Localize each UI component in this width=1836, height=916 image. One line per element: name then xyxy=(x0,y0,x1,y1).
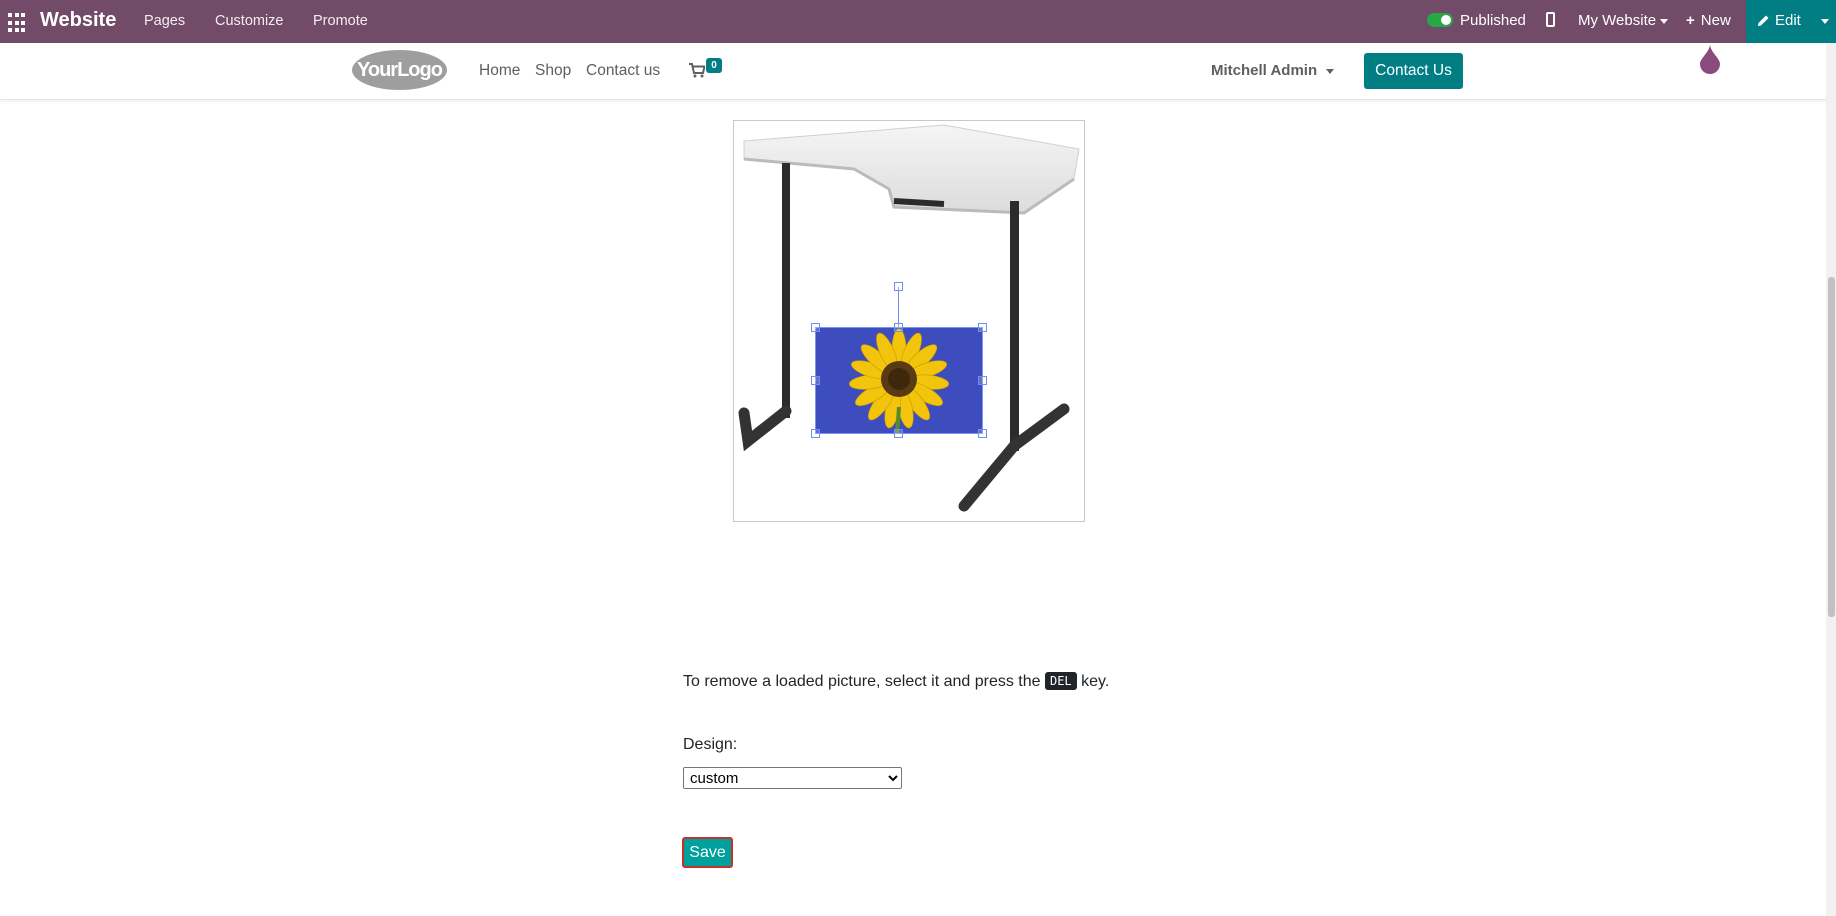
save-button[interactable]: Save xyxy=(682,837,733,868)
resize-handle-e[interactable] xyxy=(978,376,987,385)
pencil-icon xyxy=(1758,15,1769,26)
website-switcher-label: My Website xyxy=(1578,12,1657,29)
mobile-preview-icon[interactable] xyxy=(1546,12,1555,27)
menu-customize[interactable]: Customize xyxy=(215,13,284,29)
apps-grid-icon[interactable] xyxy=(6,11,30,35)
design-label: Design: xyxy=(683,736,738,753)
menu-pages[interactable]: Pages xyxy=(144,13,185,29)
rotate-handle[interactable] xyxy=(894,282,903,291)
published-toggle[interactable] xyxy=(1427,13,1453,27)
app-title[interactable]: Website xyxy=(40,9,116,32)
user-name: Mitchell Admin xyxy=(1211,62,1318,79)
edit-button[interactable]: Edit xyxy=(1746,0,1836,43)
published-label: Published xyxy=(1460,12,1526,29)
menu-promote[interactable]: Promote xyxy=(313,13,368,29)
resize-handle-nw[interactable] xyxy=(811,323,820,332)
image-selection-frame xyxy=(815,327,983,434)
user-menu[interactable]: Mitchell Admin xyxy=(1211,62,1335,79)
new-label: New xyxy=(1700,12,1731,29)
info-text: To remove a loaded picture, select it an… xyxy=(683,673,1041,690)
plus-icon: + xyxy=(1686,12,1695,29)
theme-drop-icon[interactable] xyxy=(1699,44,1721,74)
site-navbar: YourLogo Home Shop Contact us 0 Mitchell… xyxy=(0,43,1836,100)
site-logo[interactable]: YourLogo xyxy=(352,50,447,90)
scrollbar-thumb[interactable] xyxy=(1828,277,1835,617)
nav-shop[interactable]: Shop xyxy=(535,62,571,80)
website-switcher[interactable]: My Website xyxy=(1578,12,1669,29)
resize-handle-s[interactable] xyxy=(894,429,903,438)
desk-picture xyxy=(738,124,1080,512)
edit-label: Edit xyxy=(1775,12,1801,29)
design-select[interactable]: custom xyxy=(683,767,902,789)
resize-handle-sw[interactable] xyxy=(811,429,820,438)
info-text-end: key. xyxy=(1081,673,1110,690)
chevron-down-icon xyxy=(1660,18,1669,24)
shopping-cart-icon[interactable] xyxy=(689,63,705,78)
new-button[interactable]: + New xyxy=(1686,12,1731,29)
product-image-desk[interactable] xyxy=(733,120,1085,522)
contact-us-button[interactable]: Contact Us xyxy=(1364,53,1463,89)
website-editor-bar: Website Pages Customize Promote Publishe… xyxy=(0,0,1836,43)
remove-picture-instructions: To remove a loaded picture, select it an… xyxy=(683,672,1109,691)
nav-contact-us[interactable]: Contact us xyxy=(586,62,660,80)
resize-handle-ne[interactable] xyxy=(978,323,987,332)
resize-handle-w[interactable] xyxy=(811,376,820,385)
nav-home[interactable]: Home xyxy=(479,62,520,80)
resize-handle-se[interactable] xyxy=(978,429,987,438)
resize-handle-n[interactable] xyxy=(894,323,903,332)
edit-dropdown-icon[interactable] xyxy=(1821,19,1829,24)
rotation-handle-line xyxy=(898,287,899,327)
chevron-down-icon xyxy=(1326,68,1335,74)
cart-count-badge: 0 xyxy=(706,58,722,73)
del-key-badge: DEL xyxy=(1044,672,1077,690)
